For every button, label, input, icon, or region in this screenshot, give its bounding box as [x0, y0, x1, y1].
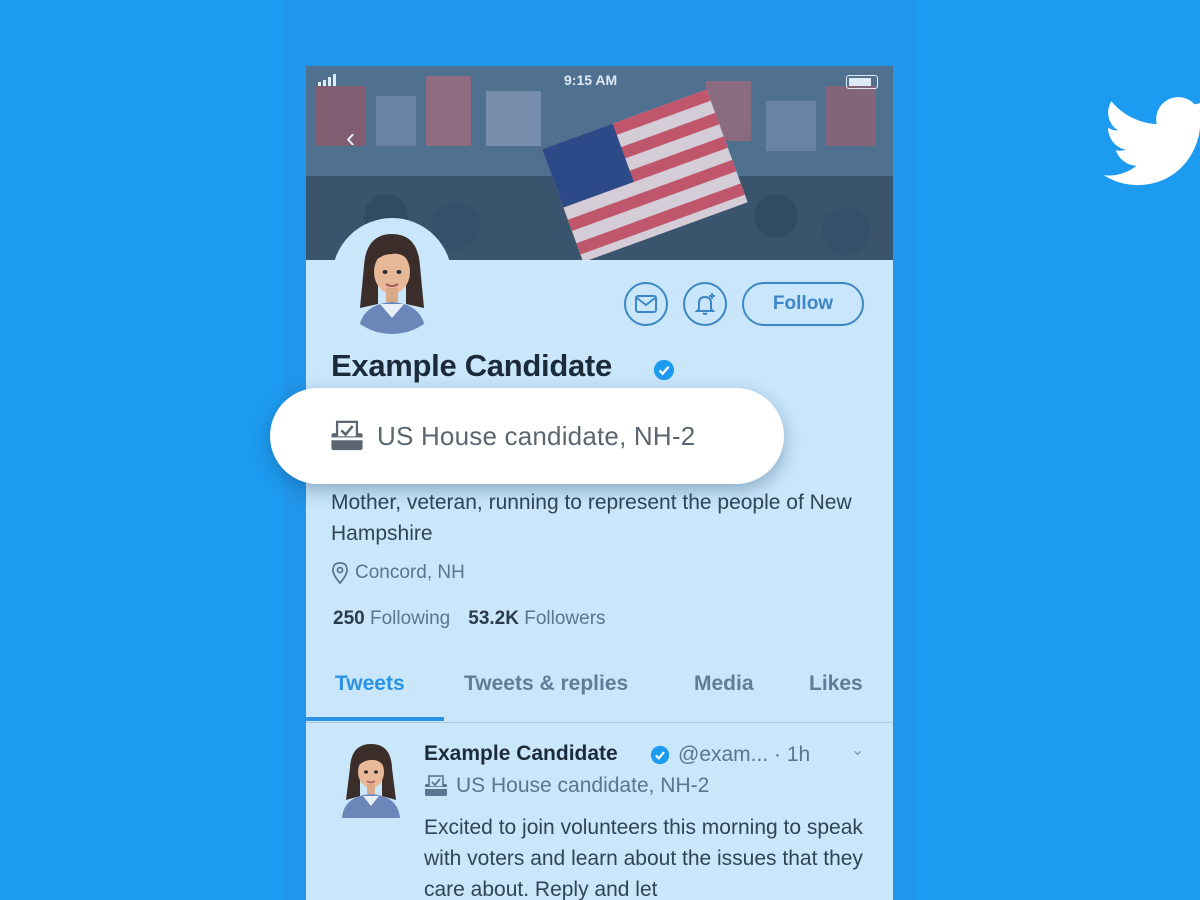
tweet-avatar[interactable] — [336, 738, 406, 818]
profile-location: Concord, NH — [331, 562, 465, 584]
verified-badge-icon — [650, 745, 670, 765]
profile-name: Example Candidate — [331, 348, 612, 383]
tab-tweets[interactable]: Tweets — [335, 672, 405, 696]
tweet-text: Excited to join volunteers this morning … — [424, 816, 863, 900]
tweet-author-name[interactable]: Example Candidate — [424, 742, 618, 766]
status-time: 9:15 AM — [564, 72, 618, 88]
profile-bio: Mother, veteran, running to represent th… — [331, 491, 852, 545]
follow-button[interactable]: Follow — [742, 282, 864, 326]
tweet-label-text: US House candidate, NH-2 — [456, 774, 710, 797]
back-arrow-icon[interactable]: ‹ — [346, 122, 355, 154]
tweet-avatar-illustration — [342, 744, 400, 818]
tabs-divider — [306, 722, 893, 723]
following-link[interactable]: 250 Following — [333, 608, 450, 629]
profile-stats: 250 Following 53.2K Followers — [333, 608, 606, 630]
candidate-label-callout: US House candidate, NH-2 — [270, 388, 784, 484]
avatar-illustration — [336, 222, 448, 334]
active-tab-indicator — [306, 717, 444, 721]
profile-tabs: Tweets Tweets & replies Media Likes — [306, 662, 893, 722]
location-pin-icon — [332, 562, 348, 584]
ballot-box-icon — [425, 775, 447, 796]
twitter-bird-icon — [1104, 97, 1200, 186]
tweet-candidate-label: US House candidate, NH-2 — [424, 774, 709, 798]
signal-icon — [318, 74, 336, 86]
tab-media[interactable]: Media — [694, 672, 754, 696]
bell-plus-icon — [694, 293, 716, 315]
tweet-handle-time: @exam... · 1h — [678, 743, 811, 766]
chevron-down-icon[interactable]: ⌄ — [851, 740, 864, 760]
tab-likes[interactable]: Likes — [809, 672, 863, 696]
notifications-button[interactable] — [683, 282, 727, 326]
tab-tweets-replies[interactable]: Tweets & replies — [464, 672, 628, 696]
following-label: Following — [369, 608, 451, 629]
battery-icon — [846, 75, 878, 89]
profile-avatar[interactable] — [332, 218, 452, 338]
verified-badge-icon — [653, 359, 675, 381]
following-count: 250 — [333, 608, 365, 629]
location-text: Concord, NH — [355, 562, 465, 583]
followers-count: 53.2K — [468, 608, 519, 629]
followers-label: Followers — [524, 608, 606, 629]
envelope-icon — [635, 295, 657, 313]
candidate-label-text: US House candidate, NH-2 — [377, 421, 696, 451]
followers-link[interactable]: 53.2K Followers — [468, 608, 605, 629]
ballot-box-icon — [331, 420, 363, 451]
message-button[interactable] — [624, 282, 668, 326]
